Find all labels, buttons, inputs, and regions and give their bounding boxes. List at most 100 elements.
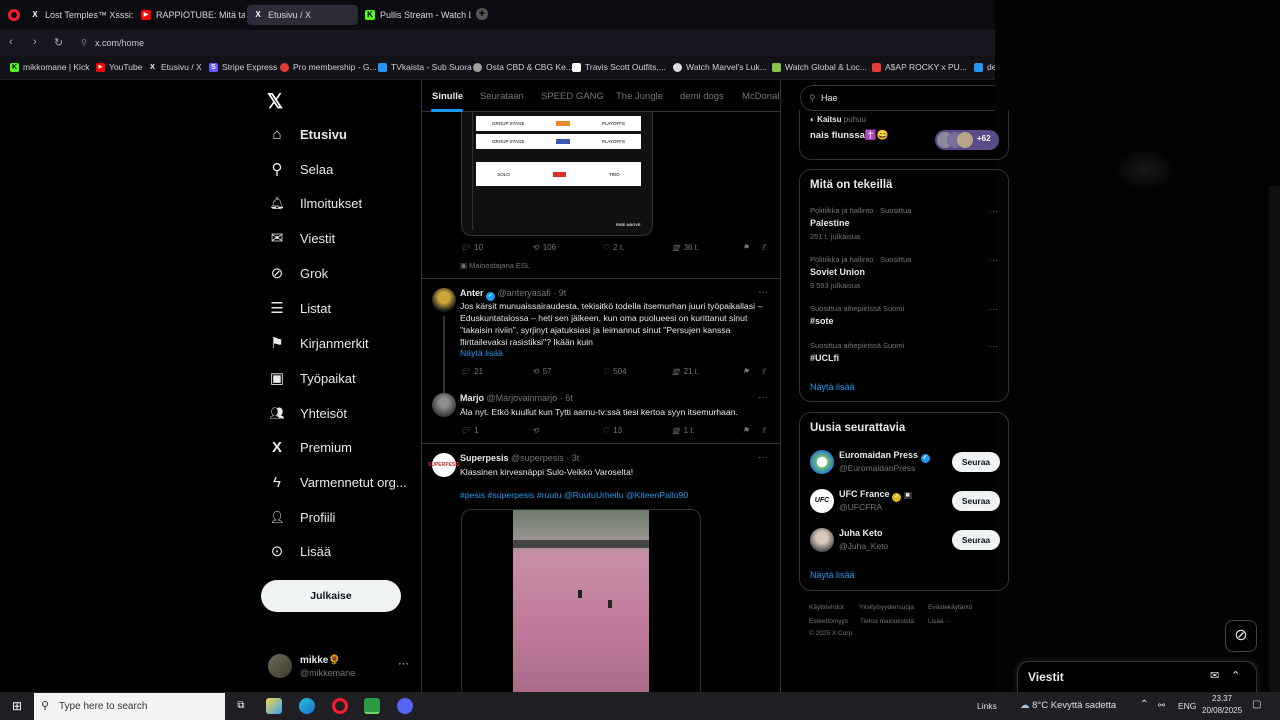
footer-link[interactable]: Yksityisyydensuoja <box>859 604 914 611</box>
footer-link[interactable]: Tietoa mainoksista <box>860 618 914 625</box>
trend-name[interactable]: #sote <box>810 316 834 326</box>
live-space-card[interactable]: ◐ Kaitsu puhuu nais flunssa✝️😄 +62 <box>799 110 1009 160</box>
browser-tab[interactable]: ▶ RAPPIOTUBE: Mitä tapaht <box>135 5 245 25</box>
expand-icon[interactable]: ⌃ <box>1231 669 1240 682</box>
tab-for-you[interactable]: Sinulle <box>432 91 463 102</box>
avatar[interactable] <box>432 288 456 312</box>
views-button[interactable]: ▥ 1 t. <box>672 426 695 435</box>
browser-tab[interactable]: K Pullis Stream - Watch Live <box>359 5 471 25</box>
more-icon[interactable]: ··· <box>758 452 768 463</box>
avatar[interactable] <box>810 450 834 474</box>
video-player[interactable] <box>461 509 701 692</box>
follow-suggestion[interactable]: Juha Keto @Juha_Keto Seuraa <box>810 526 1000 556</box>
tab-list[interactable]: The Jungle <box>616 91 663 102</box>
grok-float-icon[interactable]: ⊘ <box>1225 620 1257 652</box>
views-button[interactable]: ▥ 36 t. <box>672 243 699 252</box>
chevron-up-icon[interactable]: ⌃ <box>1140 699 1148 710</box>
repost-button[interactable]: ⟲ 57 <box>532 367 552 376</box>
avatar[interactable] <box>432 393 456 417</box>
nav-grok[interactable]: ⊘ Grok <box>268 258 328 288</box>
footer-link[interactable]: Esteettömyys <box>809 618 848 625</box>
bookmark[interactable]: Kmikkomane | Kick <box>10 62 89 72</box>
author-name[interactable]: Anter <box>460 288 484 298</box>
tweet-time[interactable]: 9t <box>559 288 567 298</box>
trends-show-more[interactable]: Näytä lisää <box>810 382 855 392</box>
nav-home[interactable]: ⌂ Etusivu <box>268 119 347 149</box>
avatar[interactable]: SUPERPESIS <box>428 453 460 477</box>
ad-image[interactable]: GROUP STAGE · PLAYOFFS GROUP STAGE · PLAYOFF… <box>461 112 653 236</box>
taskbar-links[interactable]: Links <box>977 701 997 711</box>
repost-button[interactable]: ⟲ 106 <box>532 243 556 252</box>
account-switcher[interactable]: mikke🌻 @mikkemane ··· <box>268 654 413 680</box>
trend-name[interactable]: #UCLfi <box>810 353 839 363</box>
author-handle[interactable]: @anteryasafi <box>498 288 551 298</box>
site-info-icon[interactable]: ⚲ <box>81 33 87 53</box>
opera-icon[interactable] <box>332 698 348 714</box>
bookmark-button[interactable]: ⚑ <box>742 367 749 376</box>
windows-start-icon[interactable]: ⊞ <box>9 698 25 714</box>
more-icon[interactable]: ··· <box>758 392 768 403</box>
browser-tab-active[interactable]: X Etusivu / X <box>247 5 358 25</box>
tweet[interactable]: Anter ✓ @anteryasafi · 9t ··· Jos kärsit… <box>422 280 780 394</box>
footer-link[interactable]: Evästekäytäntö <box>928 604 972 611</box>
nav-profile[interactable]: 👤︎ Profiili <box>268 502 335 532</box>
reply-button[interactable]: 💬︎ 1 <box>460 426 479 435</box>
tweet-reply[interactable]: Marjo @Marjovainmarjo · 6t ··· Äla nyt. … <box>422 385 780 444</box>
task-view-icon[interactable]: ⧉ <box>233 698 249 714</box>
follow-button[interactable]: Seuraa <box>952 452 1000 472</box>
messages-drawer[interactable]: Viestit ✉ ⌃ <box>1017 661 1257 692</box>
views-button[interactable]: ▥ 21 t. <box>672 367 699 376</box>
post-button[interactable]: Julkaise <box>261 580 401 612</box>
page-scrollbar[interactable] <box>1269 186 1280 692</box>
reload-icon[interactable]: ↻ <box>54 36 63 49</box>
space-listeners[interactable]: +62 <box>935 130 999 150</box>
more-icon[interactable]: ··· <box>989 206 998 216</box>
nav-lists[interactable]: ☰ Listat <box>268 293 331 323</box>
footer-more-link[interactable]: Lisää ··· <box>928 618 952 625</box>
nav-verified-orgs[interactable]: ϟ Varmennetut org... <box>268 467 407 497</box>
notifications-icon[interactable]: ▢ <box>1252 699 1261 710</box>
more-icon[interactable]: ··· <box>989 304 998 314</box>
trend-name[interactable]: Palestine <box>810 218 850 228</box>
nav-more[interactable]: ⊙ Lisää <box>268 536 331 566</box>
author-name[interactable]: Superpesis <box>460 453 509 463</box>
clock-date[interactable]: 20/08/2025 <box>1202 706 1242 715</box>
author-handle[interactable]: @superpesis <box>511 453 564 463</box>
nav-premium[interactable]: X Premium <box>268 432 352 462</box>
nav-communities[interactable]: 👥︎ Yhteisöt <box>268 398 347 428</box>
clock-time[interactable]: 23.37 <box>1212 694 1232 703</box>
nav-explore[interactable]: ⚲ Selaa <box>268 154 334 184</box>
share-button[interactable]: ⇪ <box>760 367 767 376</box>
discord-icon[interactable] <box>397 698 413 714</box>
language-indicator[interactable]: ENG <box>1178 701 1196 711</box>
reply-button[interactable]: 💬︎ 21 <box>460 367 483 376</box>
more-icon[interactable]: ··· <box>989 255 998 265</box>
tweet[interactable]: SUPERPESIS Superpesis @superpesis · 3t ·… <box>422 445 780 692</box>
nav-bookmarks[interactable]: ⚑ Kirjanmerkit <box>268 328 368 358</box>
nav-jobs[interactable]: ▣ Työpaikat <box>268 363 356 393</box>
bookmark[interactable]: ▶ YouTube <box>96 62 142 72</box>
x-logo-icon[interactable]: 𝕏 <box>267 89 283 114</box>
bookmark-button[interactable]: ⚑ <box>742 426 749 435</box>
bookmark[interactable]: A$AP ROCKY x PU... <box>872 62 967 72</box>
new-tab-button[interactable]: + <box>476 8 488 20</box>
tab-list[interactable]: demi dogs <box>680 91 724 102</box>
nav-messages[interactable]: ✉ Viestit <box>268 223 335 253</box>
hashtags[interactable]: #pesis #superpesis #ruutu @RuutuUrheilu … <box>460 490 688 500</box>
bookmark[interactable]: Travis Scott Outfits,... <box>572 62 666 72</box>
nav-notifications[interactable]: 🔔︎ Ilmoitukset <box>268 188 362 218</box>
edge-icon[interactable] <box>299 698 315 714</box>
search-input[interactable]: ⚲ Hae <box>800 85 995 111</box>
avatar[interactable] <box>810 528 834 552</box>
show-more-link[interactable]: Näytä lisää <box>460 348 503 358</box>
footer-link[interactable]: Käyttöehdot <box>809 604 844 611</box>
like-button[interactable]: ♡ 504 <box>602 367 627 376</box>
author-handle[interactable]: @Marjovainmarjo <box>487 393 558 403</box>
bookmark[interactable]: de <box>974 62 996 72</box>
network-icon[interactable]: ⚯ <box>1158 700 1165 711</box>
avatar[interactable]: UFC <box>810 489 834 513</box>
like-button[interactable]: ♡ 2 t. <box>602 243 624 252</box>
url-field[interactable]: ⚲ x.com/home <box>75 33 975 53</box>
follow-suggestion[interactable]: UFC UFC France ✓ ■ @UFCFRA Seuraa <box>810 487 1000 517</box>
tweet-time[interactable]: 3t <box>572 453 580 463</box>
